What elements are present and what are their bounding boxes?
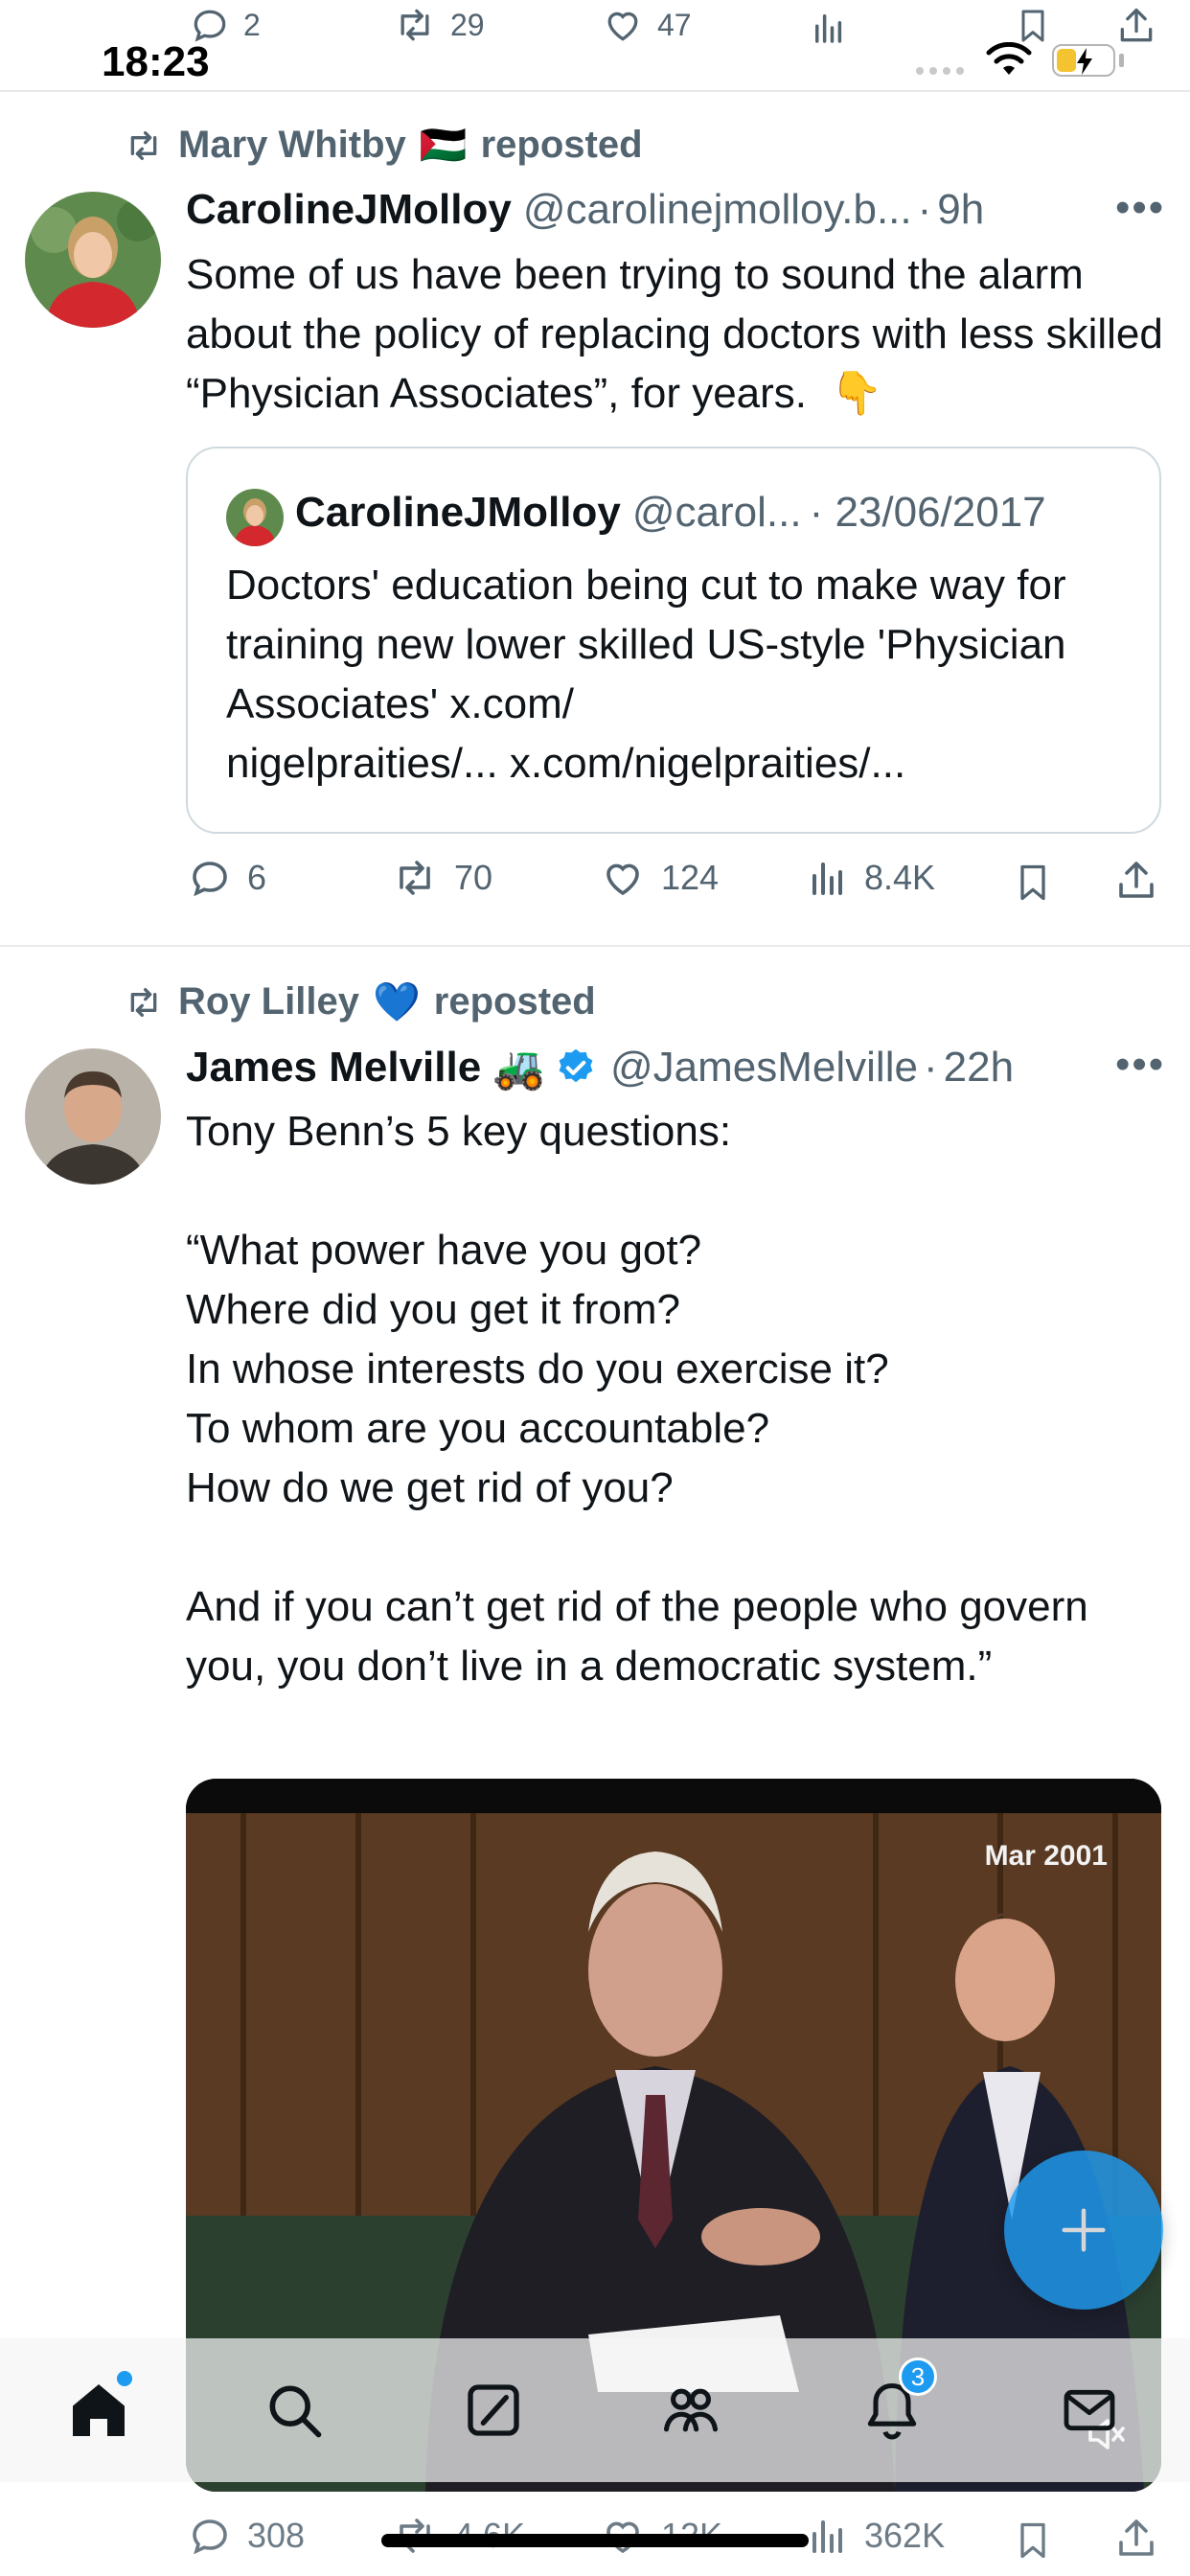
tweet-header: CarolineJMolloy @carolinejmolloy.b... · … bbox=[186, 186, 984, 234]
author-handle[interactable]: @JamesMelville bbox=[610, 1044, 918, 1092]
quote-author-name: CarolineJMolloy bbox=[295, 489, 621, 536]
notifications-badge: 3 bbox=[899, 2358, 937, 2396]
quote-tweet-card[interactable]: CarolineJMolloy @carol... · 23/06/2017 D… bbox=[186, 447, 1161, 834]
verified-badge-icon[interactable] bbox=[555, 1046, 597, 1089]
quote-text: Doctors' education being cut to make way… bbox=[226, 562, 1066, 787]
tab-search[interactable] bbox=[251, 2367, 337, 2453]
tweet-time[interactable]: 9h bbox=[937, 186, 984, 234]
tweet-text: Some of us have been trying to sound the… bbox=[186, 251, 1176, 417]
share-icon[interactable] bbox=[1113, 857, 1159, 905]
bookmark-icon[interactable] bbox=[1012, 2517, 1054, 2564]
tweet-text: Tony Benn’s 5 key questions: “What power… bbox=[186, 1108, 1088, 1690]
reposted-label: reposted bbox=[480, 124, 643, 166]
separator-dot: · bbox=[917, 186, 932, 233]
grok-icon bbox=[468, 2384, 519, 2436]
compose-post-button[interactable] bbox=[1004, 2150, 1163, 2310]
cellular-signal-icon bbox=[916, 67, 964, 75]
more-options-icon[interactable]: ••• bbox=[1115, 1041, 1165, 1089]
views-count: 8.4K bbox=[864, 858, 936, 897]
bottom-tab-bar: 3 bbox=[0, 2338, 1190, 2482]
status-bar: 2 29 47 18:23 bbox=[0, 0, 1190, 92]
reply-icon bbox=[193, 2519, 227, 2555]
like-count: 47 bbox=[657, 7, 692, 42]
messages-icon bbox=[1064, 2389, 1115, 2431]
author-emoji: 🚜 bbox=[492, 1045, 545, 1092]
reposter-name[interactable]: Mary Whitby bbox=[178, 124, 406, 167]
tab-messages[interactable] bbox=[1046, 2367, 1133, 2453]
tab-grok[interactable] bbox=[450, 2367, 537, 2453]
repost-indicator: Mary Whitby 🇵🇸 reposted bbox=[123, 123, 643, 168]
author-name[interactable]: CarolineJMolloy bbox=[186, 186, 512, 234]
charging-bolt-icon bbox=[1077, 48, 1092, 75]
views-icon bbox=[812, 2520, 842, 2553]
new-posts-dot bbox=[117, 2371, 132, 2386]
reply-count: 308 bbox=[247, 2516, 306, 2555]
reply-button[interactable]: 6 bbox=[186, 855, 266, 901]
repost-button[interactable]: 29 bbox=[391, 4, 485, 46]
views-button[interactable]: 8.4K bbox=[805, 855, 935, 901]
repost-icon bbox=[400, 9, 429, 41]
avatar[interactable] bbox=[25, 192, 161, 328]
repost-icon bbox=[400, 861, 430, 895]
reply-icon bbox=[193, 862, 227, 897]
separator-dot: · bbox=[923, 1044, 938, 1091]
share-icon[interactable] bbox=[1115, 4, 1157, 48]
battery-icon bbox=[1052, 44, 1115, 77]
video-date-overlay: Mar 2001 bbox=[984, 1840, 1108, 1872]
status-time: 18:23 bbox=[102, 38, 210, 85]
repost-count: 70 bbox=[454, 858, 493, 897]
reply-count: 6 bbox=[247, 858, 267, 897]
views-icon[interactable] bbox=[809, 8, 849, 48]
repost-icon bbox=[130, 987, 157, 1017]
repost-indicator: Roy Lilley 💙 reposted bbox=[123, 979, 596, 1024]
heart-icon bbox=[607, 12, 638, 41]
tab-home[interactable] bbox=[56, 2367, 142, 2453]
views-button[interactable]: 362K bbox=[805, 2513, 945, 2559]
author-name[interactable]: James Melville bbox=[186, 1044, 481, 1092]
home-indicator[interactable] bbox=[381, 2534, 809, 2547]
share-icon[interactable] bbox=[1113, 2515, 1159, 2563]
wifi-icon bbox=[986, 42, 1032, 75]
tweet-divider bbox=[0, 945, 1190, 947]
quote-avatar bbox=[226, 489, 284, 546]
communities-icon bbox=[663, 2388, 719, 2432]
reposter-flag: 🇵🇸 bbox=[419, 125, 468, 167]
heart-icon bbox=[606, 863, 639, 896]
feed-divider bbox=[0, 90, 1190, 92]
like-button[interactable]: 124 bbox=[598, 855, 719, 901]
reposter-name[interactable]: Roy Lilley bbox=[178, 980, 359, 1024]
tweet-time[interactable]: 22h bbox=[944, 1044, 1014, 1092]
plus-icon bbox=[1062, 2208, 1106, 2252]
repost-count: 29 bbox=[450, 7, 485, 42]
like-button[interactable]: 47 bbox=[600, 4, 692, 46]
views-icon bbox=[812, 862, 842, 895]
reposter-emoji: 💙 bbox=[372, 981, 421, 1024]
reposted-label: reposted bbox=[433, 980, 596, 1023]
repost-icon bbox=[130, 130, 157, 160]
reply-count: 2 bbox=[243, 7, 261, 42]
like-count: 124 bbox=[661, 858, 720, 897]
avatar[interactable] bbox=[25, 1048, 161, 1184]
tweet-header: James Melville 🚜 @JamesMelville · 22h bbox=[186, 1043, 1014, 1092]
quote-author-handle: @carol... bbox=[631, 489, 802, 536]
reply-button[interactable]: 308 bbox=[186, 2513, 305, 2559]
bookmark-icon[interactable] bbox=[1012, 859, 1054, 907]
author-handle[interactable]: @carolinejmolloy.b... bbox=[523, 186, 912, 234]
tab-communities[interactable] bbox=[648, 2367, 734, 2453]
repost-button[interactable]: 70 bbox=[389, 855, 492, 901]
tab-notifications[interactable]: 3 bbox=[849, 2358, 937, 2453]
quote-date: · 23/06/2017 bbox=[809, 489, 1046, 536]
search-icon bbox=[269, 2385, 322, 2438]
tweet-actions: 6 70 124 8.4K bbox=[186, 855, 1173, 912]
more-options-icon[interactable]: ••• bbox=[1115, 184, 1165, 232]
quote-header: CarolineJMolloy @carol... · 23/06/2017 bbox=[295, 489, 1046, 537]
views-count: 362K bbox=[864, 2516, 946, 2555]
